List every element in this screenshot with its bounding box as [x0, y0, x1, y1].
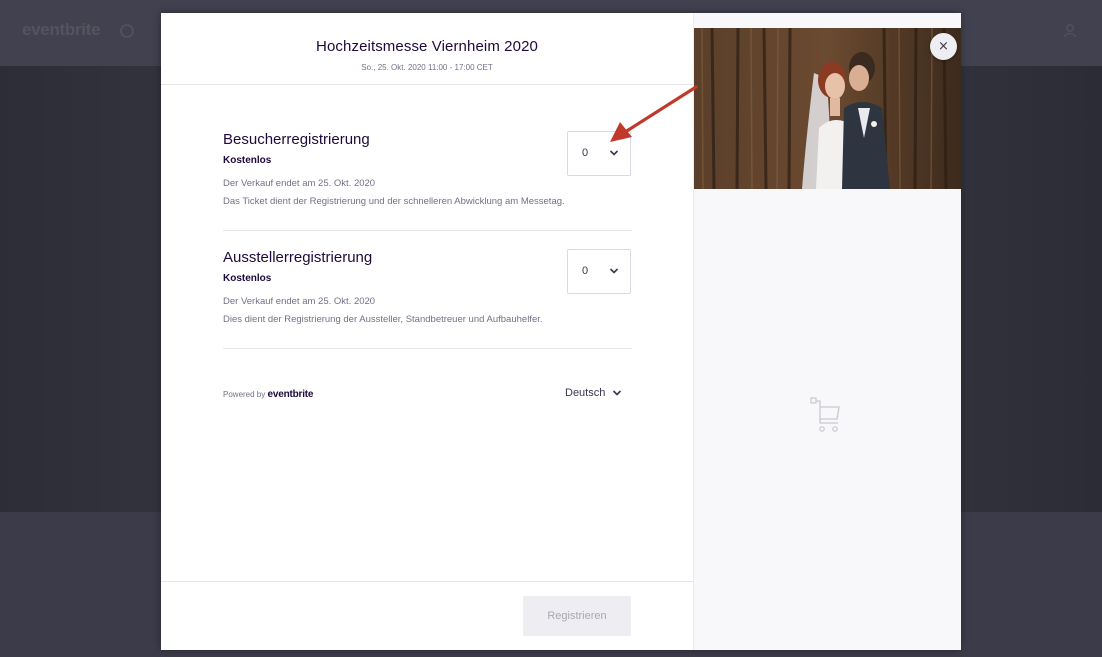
user-icon — [1063, 24, 1077, 38]
powered-by-prefix: Powered by — [223, 390, 266, 399]
ticket-sale-end: Der Verkauf endet am 25. Okt. 2020 — [223, 296, 376, 307]
eventbrite-logo: eventbrite — [267, 389, 314, 400]
modal-footer: Registrieren — [161, 581, 693, 651]
annotation-arrow-icon — [610, 85, 698, 142]
event-image — [694, 28, 961, 189]
language-select[interactable]: Deutsch — [565, 387, 622, 399]
order-summary-panel: × — [693, 13, 961, 650]
event-date: So., 25. Okt. 2020 11:00 - 17:00 CET — [361, 63, 493, 72]
language-label: Deutsch — [565, 387, 606, 399]
ticket-name: Besucherregistrierung — [223, 131, 370, 148]
ticket-sale-end: Der Verkauf endet am 25. Okt. 2020 — [223, 178, 376, 189]
ticket-name: Ausstellerregistrierung — [223, 249, 373, 266]
event-title: Hochzeitsmesse Viernheim 2020 — [316, 38, 538, 55]
chevron-down-icon — [613, 390, 622, 396]
cart-icon — [810, 397, 840, 432]
quantity-value: 0 — [582, 147, 589, 159]
powered-by[interactable]: Powered by eventbrite — [223, 389, 313, 400]
ticket-item: Ausstellerregistrierung Kostenlos Der Ve… — [223, 249, 632, 349]
ticket-price: Kostenlos — [223, 155, 272, 166]
quantity-select[interactable]: 0 — [567, 249, 631, 294]
ticket-description: Dies dient der Registrierung der Ausstel… — [223, 314, 543, 325]
chevron-down-icon — [609, 268, 619, 274]
quantity-value: 0 — [582, 265, 589, 277]
checkout-modal: Hochzeitsmesse Viernheim 2020 So., 25. O… — [161, 13, 961, 651]
ticket-item: Besucherregistrierung Kostenlos Der Verk… — [223, 131, 632, 231]
search-icon — [120, 24, 134, 38]
background-logo: eventbrite — [22, 20, 101, 39]
register-button[interactable]: Registrieren — [523, 596, 631, 636]
close-button[interactable]: × — [930, 33, 957, 60]
ticket-description: Das Ticket dient der Registrierung und d… — [223, 196, 565, 207]
modal-header: Hochzeitsmesse Viernheim 2020 So., 25. O… — [161, 13, 693, 85]
ticket-price: Kostenlos — [223, 273, 272, 284]
